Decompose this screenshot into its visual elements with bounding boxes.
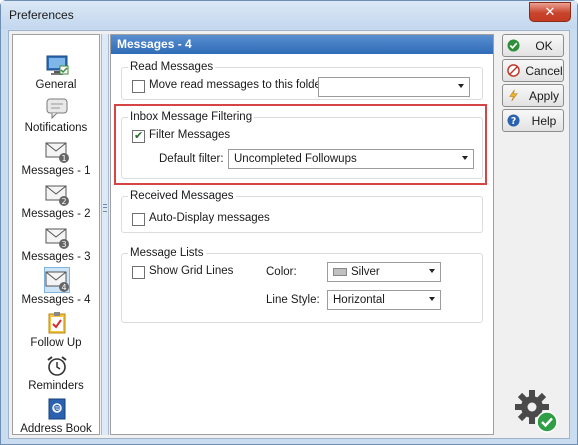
- nav-item-messages-4[interactable]: 4 Messages - 4: [13, 267, 99, 311]
- move-read-messages-checkbox[interactable]: [132, 80, 145, 93]
- svg-text:4: 4: [61, 283, 66, 292]
- default-filter-value: Uncompleted Followups: [234, 153, 357, 165]
- help-button[interactable]: ? Help: [502, 109, 564, 132]
- read-messages-title: Read Messages: [128, 61, 216, 73]
- pane-splitter[interactable]: [101, 34, 109, 435]
- help-button-label: Help: [531, 114, 557, 128]
- envelope-2-icon: 2: [45, 185, 69, 206]
- settings-gear-icon: [515, 390, 558, 433]
- nav-item-label: Messages - 4: [21, 294, 91, 306]
- nav-item-address-book[interactable]: @ Address Book: [13, 397, 99, 435]
- move-read-messages-label: Move read messages to this folder:: [149, 79, 328, 91]
- check-circle-icon: [507, 39, 520, 52]
- checkmark-icon: ✔: [134, 130, 144, 142]
- nav-item-reminders[interactable]: Reminders: [13, 354, 99, 397]
- received-messages-title: Received Messages: [128, 190, 236, 202]
- inbox-filtering-group: Inbox Message Filtering: [121, 111, 483, 179]
- category-nav[interactable]: General Notifications 1 Messages - 1 2 M…: [12, 34, 100, 435]
- cancel-button[interactable]: Cancel: [502, 59, 564, 82]
- address-book-icon: @: [48, 398, 66, 420]
- filter-messages-checkbox[interactable]: ✔: [132, 130, 145, 143]
- nav-item-label: Messages - 2: [21, 208, 91, 220]
- message-lists-title: Message Lists: [128, 247, 206, 259]
- monitor-icon: [46, 55, 69, 75]
- chevron-down-icon: [462, 156, 468, 160]
- nav-item-label: Notifications: [24, 122, 88, 134]
- close-icon: ✕: [544, 4, 556, 19]
- chevron-down-icon: [429, 269, 435, 273]
- default-filter-select[interactable]: Uncompleted Followups: [228, 149, 474, 169]
- chevron-down-icon: [429, 297, 435, 301]
- color-label: Color:: [266, 266, 297, 278]
- nav-item-label: General: [35, 79, 77, 91]
- color-swatch: [333, 268, 347, 276]
- nav-item-label: Follow Up: [30, 337, 82, 349]
- nav-item-label: Messages - 1: [21, 165, 91, 177]
- clipboard-check-icon: [48, 312, 66, 334]
- auto-display-checkbox[interactable]: [132, 213, 145, 226]
- show-grid-lines-checkbox[interactable]: [132, 266, 145, 279]
- chevron-down-icon: [458, 84, 464, 88]
- window-title: Preferences: [9, 8, 74, 22]
- nav-item-label: Messages - 3: [21, 251, 91, 263]
- svg-text:3: 3: [61, 240, 66, 249]
- settings-panel: Messages - 4 Read Messages Move read mes…: [110, 34, 494, 435]
- envelope-1-icon: 1: [45, 142, 69, 163]
- speech-bubble-icon: [46, 98, 68, 120]
- ok-button-label: OK: [535, 39, 553, 53]
- lightning-icon: [509, 89, 518, 102]
- color-select[interactable]: Silver: [327, 262, 441, 282]
- splitter-grip[interactable]: [103, 204, 107, 212]
- envelope-3-icon: 3: [45, 228, 69, 249]
- envelope-4-icon: 4: [44, 267, 70, 293]
- nav-item-messages-1[interactable]: 1 Messages - 1: [13, 139, 99, 182]
- panel-title: Messages - 4: [111, 35, 493, 54]
- nav-item-label: Reminders: [28, 380, 84, 392]
- line-style-label: Line Style:: [266, 294, 320, 306]
- apply-button-label: Apply: [528, 89, 560, 103]
- svg-text:@: @: [54, 406, 60, 413]
- close-button[interactable]: ✕: [529, 2, 571, 22]
- inbox-filtering-title: Inbox Message Filtering: [128, 111, 255, 123]
- line-style-select-value: Horizontal: [333, 294, 385, 306]
- nav-item-messages-2[interactable]: 2 Messages - 2: [13, 182, 99, 225]
- line-style-select[interactable]: Horizontal: [327, 290, 441, 310]
- help-icon: ?: [507, 114, 520, 127]
- show-grid-lines-label: Show Grid Lines: [149, 265, 234, 277]
- preferences-window: Preferences ✕ General Notifications 1 Me…: [0, 0, 578, 445]
- nav-item-notifications[interactable]: Notifications: [13, 96, 99, 139]
- ok-button[interactable]: OK: [502, 34, 564, 57]
- svg-text:2: 2: [61, 197, 66, 206]
- folder-select[interactable]: [318, 77, 470, 97]
- filter-messages-label: Filter Messages: [149, 129, 231, 141]
- title-bar: Preferences ✕: [1, 1, 577, 29]
- default-filter-label: Default filter:: [159, 153, 224, 165]
- nav-item-label: Address Book: [20, 423, 92, 435]
- svg-text:?: ?: [511, 116, 516, 127]
- alarm-clock-icon: [47, 356, 67, 376]
- color-select-value: Silver: [351, 266, 380, 278]
- no-entry-icon: [507, 64, 520, 77]
- auto-display-label: Auto-Display messages: [149, 212, 270, 224]
- nav-item-follow-up[interactable]: Follow Up: [13, 311, 99, 354]
- cancel-button-label: Cancel: [525, 64, 563, 78]
- nav-item-messages-3[interactable]: 3 Messages - 3: [13, 225, 99, 268]
- dialog-body: General Notifications 1 Messages - 1 2 M…: [8, 30, 570, 439]
- apply-button[interactable]: Apply: [502, 84, 564, 107]
- nav-item-general[interactable]: General: [13, 53, 99, 96]
- svg-text:1: 1: [61, 154, 66, 163]
